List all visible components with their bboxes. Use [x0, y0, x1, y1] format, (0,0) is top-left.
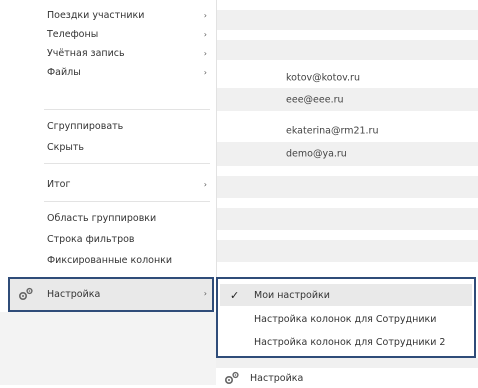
grid-row[interactable]: ekaterina@rm21.ru [214, 120, 478, 142]
grid-cell-email: demo@ya.ru [286, 148, 347, 160]
menu-item-label: Поездки участники [47, 10, 145, 21]
menu-item-trips[interactable]: Поездки участники › [0, 6, 216, 25]
menu-separator [44, 109, 210, 110]
menu-item-fixed-columns[interactable]: Фиксированные колонки [0, 252, 216, 268]
grid-cell-email: eee@eee.ru [286, 94, 344, 105]
submenu-item-label: Настройка колонок для Сотрудники 2 [254, 336, 446, 348]
grid-row[interactable] [214, 230, 478, 240]
grid-row[interactable] [214, 166, 478, 176]
menu-separator [44, 163, 210, 164]
grid-row[interactable] [214, 358, 478, 368]
chevron-right-icon: › [203, 11, 207, 20]
grid-row[interactable] [214, 240, 478, 262]
menu-item-label: Строка фильтров [47, 234, 135, 245]
grid-row[interactable] [214, 40, 478, 60]
menu-item-total[interactable]: Итог › [0, 175, 216, 194]
grid-row[interactable]: demo@ya.ru [214, 142, 478, 166]
menu-item-files[interactable]: Файлы › [0, 63, 216, 82]
grid-row[interactable] [214, 10, 478, 30]
submenu-item-columns-employees-2[interactable]: Настройка колонок для Сотрудники 2 [220, 331, 472, 353]
context-menu: Поездки участники › Телефоны › Учётная з… [0, 0, 217, 277]
grid-row[interactable] [214, 60, 478, 68]
grid-row[interactable]: kotov@kotov.ru [214, 68, 478, 88]
chevron-right-icon: › [203, 49, 207, 58]
menu-item-label: Настройка [47, 289, 101, 300]
menu-backdrop [0, 312, 216, 385]
menu-item-label: Сгруппировать [47, 121, 124, 132]
menu-item-label: Учётная запись [47, 48, 125, 59]
submenu-item-label: Мои настройки [254, 289, 330, 301]
gears-icon [224, 371, 240, 388]
menu-item-phones[interactable]: Телефоны › [0, 25, 216, 44]
grid-row[interactable] [214, 0, 478, 10]
menu-item-hide[interactable]: Скрыть [0, 138, 216, 157]
chevron-right-icon: › [203, 289, 207, 298]
grid-row[interactable] [214, 208, 478, 230]
footer-settings-label: Настройка [250, 372, 304, 384]
chevron-right-icon: › [203, 180, 207, 189]
menu-item-label: Итог [47, 179, 71, 190]
grid-row[interactable] [214, 198, 478, 208]
settings-submenu: ✓ Мои настройки Настройка колонок для Со… [216, 277, 476, 358]
menu-item-group-area[interactable]: Область группировки [0, 209, 216, 228]
menu-item-group[interactable]: Сгруппировать [0, 117, 216, 136]
submenu-item-my-settings[interactable]: ✓ Мои настройки [220, 284, 472, 306]
menu-item-label: Телефоны [47, 29, 99, 40]
checkmark-icon: ✓ [230, 288, 240, 302]
menu-item-label: Скрыть [47, 142, 85, 153]
gears-icon [18, 287, 34, 304]
menu-separator [44, 201, 210, 202]
chevron-right-icon: › [203, 68, 207, 77]
submenu-item-columns-employees[interactable]: Настройка колонок для Сотрудники [220, 308, 472, 330]
grid-row[interactable] [214, 176, 478, 198]
menu-item-label: Фиксированные колонки [47, 254, 173, 266]
grid-row[interactable] [214, 30, 478, 40]
chevron-right-icon: › [203, 30, 207, 39]
submenu-item-label: Настройка колонок для Сотрудники [254, 313, 437, 325]
menu-item-filter-row[interactable]: Строка фильтров [0, 230, 216, 249]
menu-item-label: Файлы [47, 67, 81, 78]
menu-item-settings[interactable]: Настройка › [8, 277, 214, 312]
grid-row[interactable]: eee@eee.ru [214, 88, 478, 111]
grid-cell-email: kotov@kotov.ru [286, 72, 360, 84]
menu-item-label: Область группировки [47, 213, 157, 224]
grid-cell-email: ekaterina@rm21.ru [286, 125, 379, 137]
menu-item-account[interactable]: Учётная запись › [0, 44, 216, 63]
